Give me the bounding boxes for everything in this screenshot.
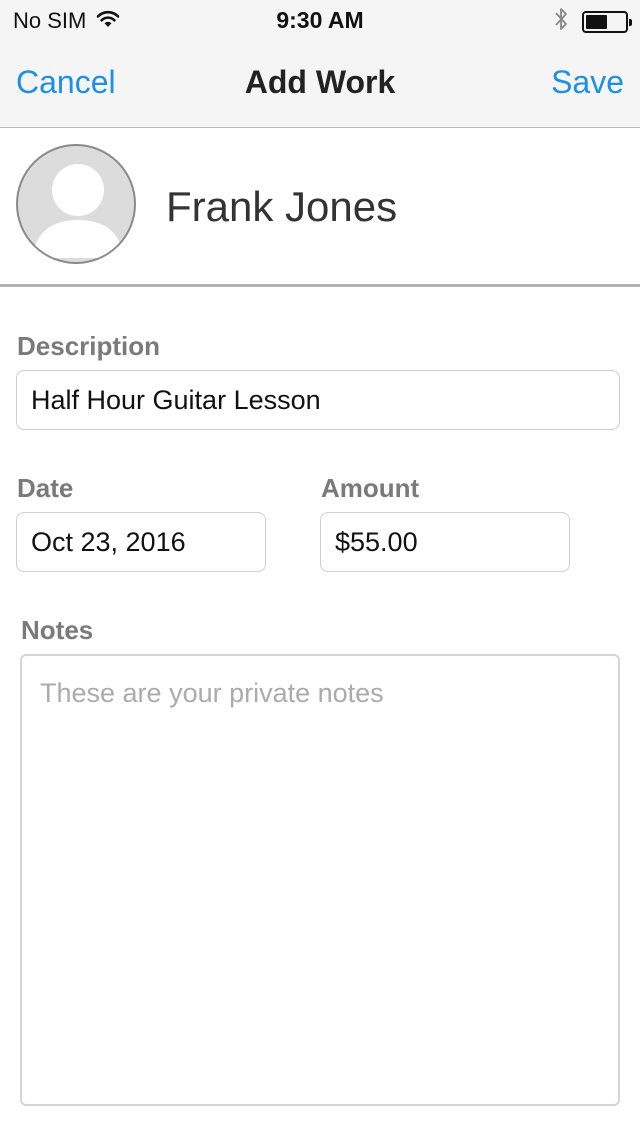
battery-icon [582,10,632,33]
avatar[interactable] [16,144,136,264]
status-bar: No SIM 9:30 AM [0,0,640,40]
notes-textarea[interactable] [20,654,620,1106]
amount-field[interactable]: $55.00 [320,512,570,572]
save-button[interactable]: Save [551,64,624,101]
date-label: Date [17,473,74,503]
cancel-button[interactable]: Cancel [16,64,116,101]
client-header: Frank Jones [0,129,640,287]
person-placeholder-icon [32,164,124,258]
battery-nub [629,18,632,26]
amount-label: Amount [321,473,420,503]
description-field[interactable]: Half Hour Guitar Lesson [16,370,620,430]
battery-level [586,14,607,29]
date-field[interactable]: Oct 23, 2016 [16,512,266,572]
description-label: Description [17,331,161,361]
status-icons [554,6,632,37]
notes-label: Notes [21,615,94,645]
bluetooth-icon [554,6,568,37]
status-time: 9:30 AM [276,7,364,33]
client-name: Frank Jones [166,183,398,230]
navigation-bar: Cancel Add Work Save [0,40,640,128]
